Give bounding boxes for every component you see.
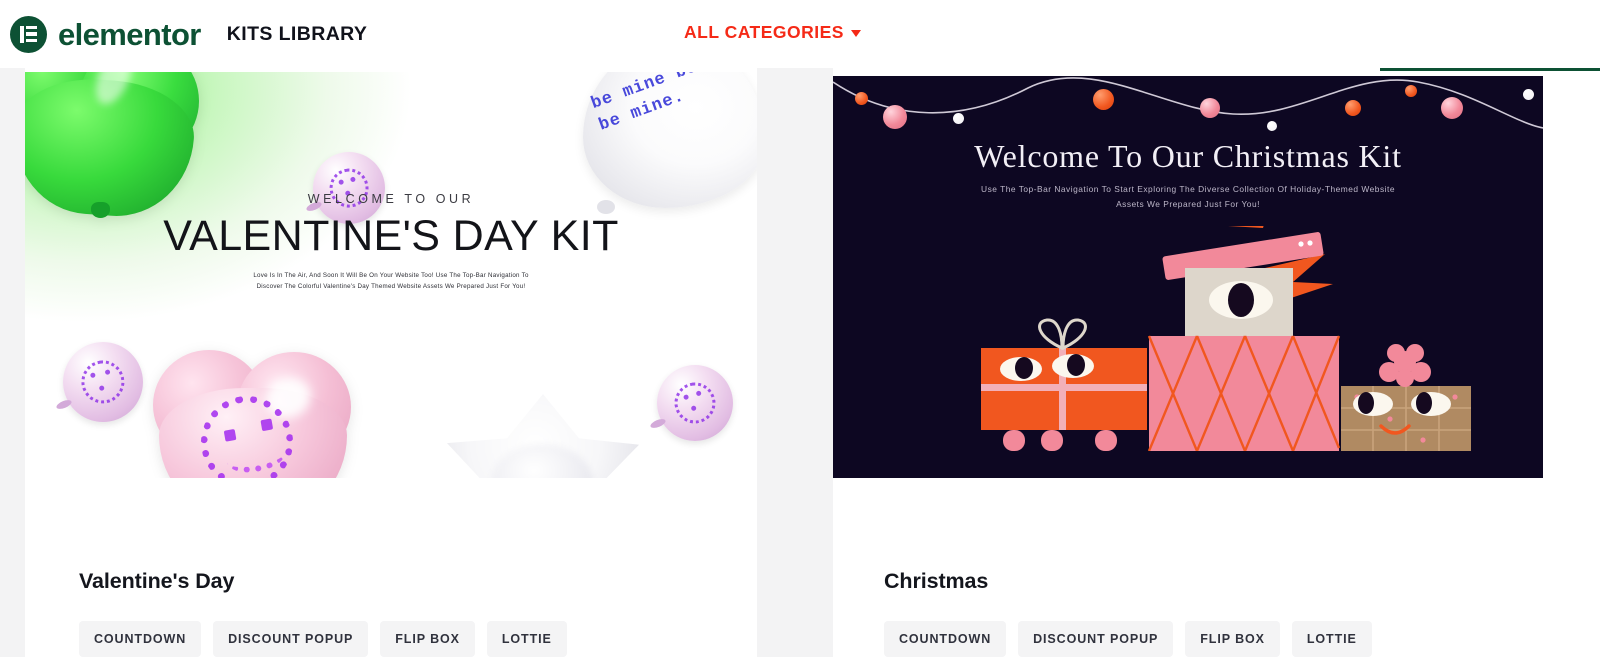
kit-tag[interactable]: COUNTDOWN bbox=[884, 621, 1007, 657]
kit-tag-list: COUNTDOWN DISCOUNT POPUP FLIP BOX LOTTIE bbox=[884, 621, 1489, 657]
all-categories-dropdown[interactable]: ALL CATEGORIES bbox=[684, 22, 861, 43]
string-light-bulbs bbox=[833, 76, 1543, 146]
kit-thumbnail-christmas[interactable]: Welcome To Our Christmas Kit Use The Top… bbox=[833, 76, 1543, 478]
valentines-subtext: Love Is In The Air, And Soon It Will Be … bbox=[253, 272, 529, 291]
kit-tag[interactable]: LOTTIE bbox=[486, 621, 567, 657]
app-header: elementor KITS LIBRARY ALL CATEGORIES bbox=[0, 0, 1600, 68]
brand-name: elementor bbox=[58, 16, 201, 52]
kit-tag[interactable]: DISCOUNT POPUP bbox=[213, 621, 369, 657]
valentines-hero-copy: WELCOME TO OUR VALENTINE'S DAY KIT Love … bbox=[25, 72, 757, 478]
christmas-subtext: Use The Top-Bar Navigation To Start Expl… bbox=[981, 184, 1395, 209]
kit-card-body-valentines: Valentine's Day COUNTDOWN DISCOUNT POPUP… bbox=[25, 531, 757, 657]
chevron-down-icon bbox=[850, 30, 861, 37]
kit-card-body-christmas: Christmas COUNTDOWN DISCOUNT POPUP FLIP … bbox=[833, 531, 1543, 657]
kits-grid: be mine be mine be mine. WELCOME TO OUR … bbox=[0, 68, 1600, 657]
brand-logo[interactable]: elementor KITS LIBRARY bbox=[0, 15, 368, 53]
kit-tag-list: COUNTDOWN DISCOUNT POPUP FLIP BOX LOTTIE bbox=[79, 621, 703, 657]
kit-tag[interactable]: FLIP BOX bbox=[1185, 621, 1280, 657]
kit-tag[interactable]: COUNTDOWN bbox=[79, 621, 202, 657]
page-title: KITS LIBRARY bbox=[226, 22, 368, 45]
grid-right-gutter bbox=[1543, 68, 1600, 657]
kit-tag[interactable]: FLIP BOX bbox=[380, 621, 475, 657]
kit-tag[interactable]: DISCOUNT POPUP bbox=[1018, 621, 1174, 657]
kit-tag[interactable]: LOTTIE bbox=[1291, 621, 1372, 657]
all-categories-label: ALL CATEGORIES bbox=[684, 22, 844, 42]
valentines-eyebrow: WELCOME TO OUR bbox=[307, 192, 475, 206]
card-hover-indicator bbox=[1380, 68, 1600, 71]
christmas-headline: Welcome To Our Christmas Kit bbox=[974, 138, 1402, 174]
christmas-gifts-illustration bbox=[833, 196, 1543, 452]
kit-card-valentines[interactable]: be mine be mine be mine. WELCOME TO OUR … bbox=[25, 68, 757, 657]
kit-card-christmas[interactable]: Welcome To Our Christmas Kit Use The Top… bbox=[833, 68, 1543, 657]
kit-thumbnail-valentines[interactable]: be mine be mine be mine. WELCOME TO OUR … bbox=[25, 72, 757, 478]
kit-title: Valentine's Day bbox=[79, 569, 235, 593]
kit-title: Christmas bbox=[884, 569, 989, 593]
elementor-logo-icon bbox=[10, 15, 47, 53]
valentines-headline: VALENTINE'S DAY KIT bbox=[163, 212, 619, 260]
